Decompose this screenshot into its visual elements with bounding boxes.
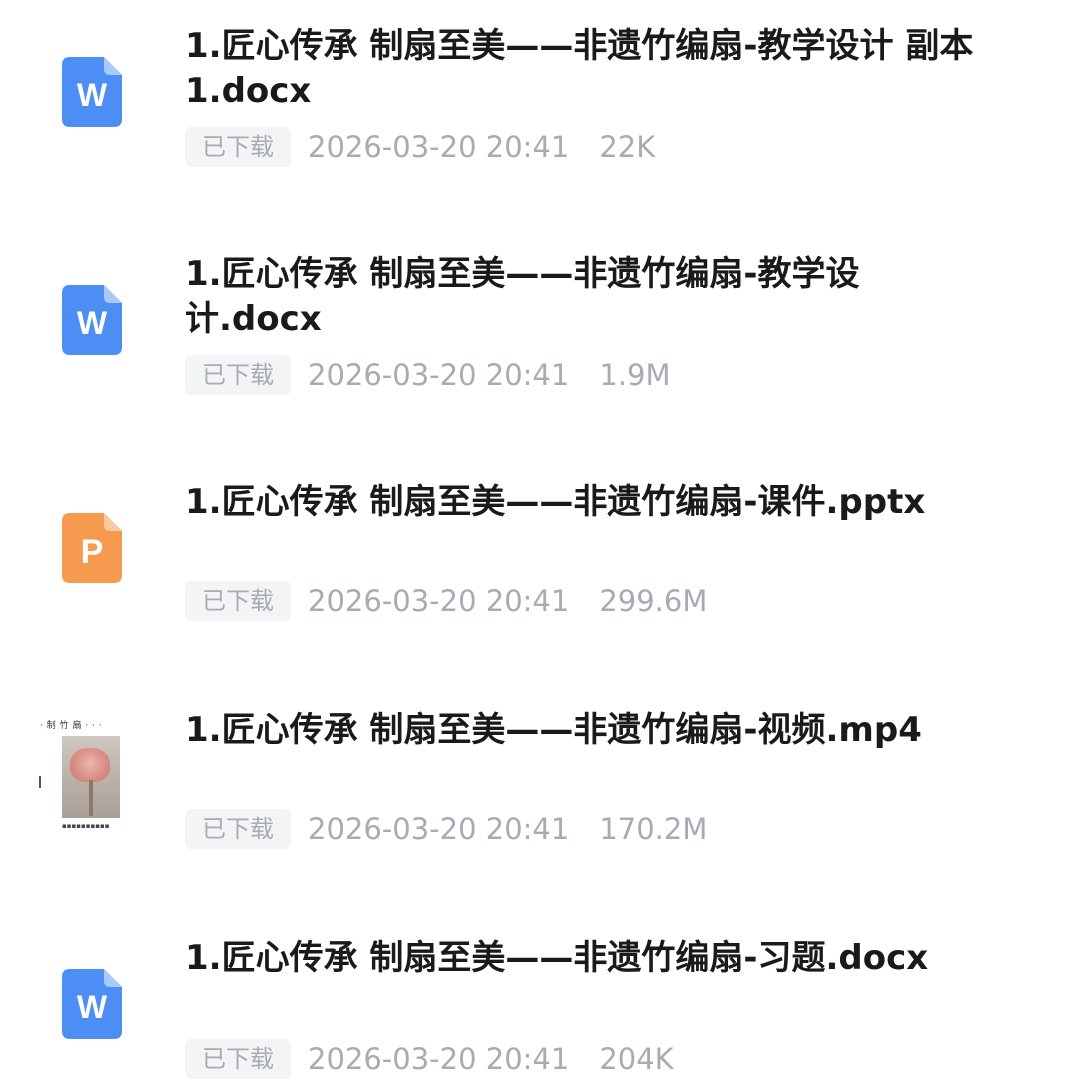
svg-text:W: W [77,989,108,1025]
svg-text:W: W [77,77,108,113]
file-date: 2026-03-20 20:41 [308,812,570,846]
file-name[interactable]: 1.匠心传承 制扇至美——非遗竹编扇-教学设计 副本1.docx [185,24,1005,114]
thumbnail-edge [39,776,41,788]
file-date: 2026-03-20 20:41 [308,130,570,164]
thumbnail-photo [62,736,120,818]
word-doc-icon: W [62,57,122,127]
downloaded-badge: 已下载 [185,355,291,395]
powerpoint-icon: P [62,513,122,583]
file-meta: 已下载 2026-03-20 20:41 299.6M [185,580,707,622]
video-thumbnail: · 制 竹 扇 · · · ▪▪▪▪▪▪▪▪▪▪ [36,718,126,836]
thumbnail-caption: · 制 竹 扇 · · · [40,721,103,731]
svg-text:W: W [77,305,108,341]
file-date: 2026-03-20 20:41 [308,358,570,392]
svg-text:P: P [81,533,104,571]
thumbnail-subtitle: ▪▪▪▪▪▪▪▪▪▪ [62,822,110,830]
file-list: W 1.匠心传承 制扇至美——非遗竹编扇-教学设计 副本1.docx 已下载 2… [0,0,1080,1081]
file-meta: 已下载 2026-03-20 20:41 204K [185,1038,674,1080]
file-name[interactable]: 1.匠心传承 制扇至美——非遗竹编扇-课件.pptx [185,480,1005,525]
file-size: 299.6M [599,584,708,618]
file-size: 1.9M [599,358,671,392]
word-doc-icon: W [62,285,122,355]
downloaded-badge: 已下载 [185,809,291,849]
word-doc-icon: W [62,969,122,1039]
file-name[interactable]: 1.匠心传承 制扇至美——非遗竹编扇-视频.mp4 [185,708,1005,753]
fan-handle [89,780,93,816]
file-date: 2026-03-20 20:41 [308,1042,570,1076]
file-name[interactable]: 1.匠心传承 制扇至美——非遗竹编扇-习题.docx [185,936,1005,981]
fan-image [70,748,110,782]
downloaded-badge: 已下载 [185,581,291,621]
file-size: 22K [599,130,656,164]
file-meta: 已下载 2026-03-20 20:41 22K [185,126,655,168]
file-date: 2026-03-20 20:41 [308,584,570,618]
file-size: 170.2M [599,812,708,846]
file-meta: 已下载 2026-03-20 20:41 170.2M [185,808,707,850]
file-meta: 已下载 2026-03-20 20:41 1.9M [185,354,670,396]
downloaded-badge: 已下载 [185,127,291,167]
file-size: 204K [599,1042,674,1076]
downloaded-badge: 已下载 [185,1039,291,1079]
file-name[interactable]: 1.匠心传承 制扇至美——非遗竹编扇-教学设计.docx [185,252,875,342]
